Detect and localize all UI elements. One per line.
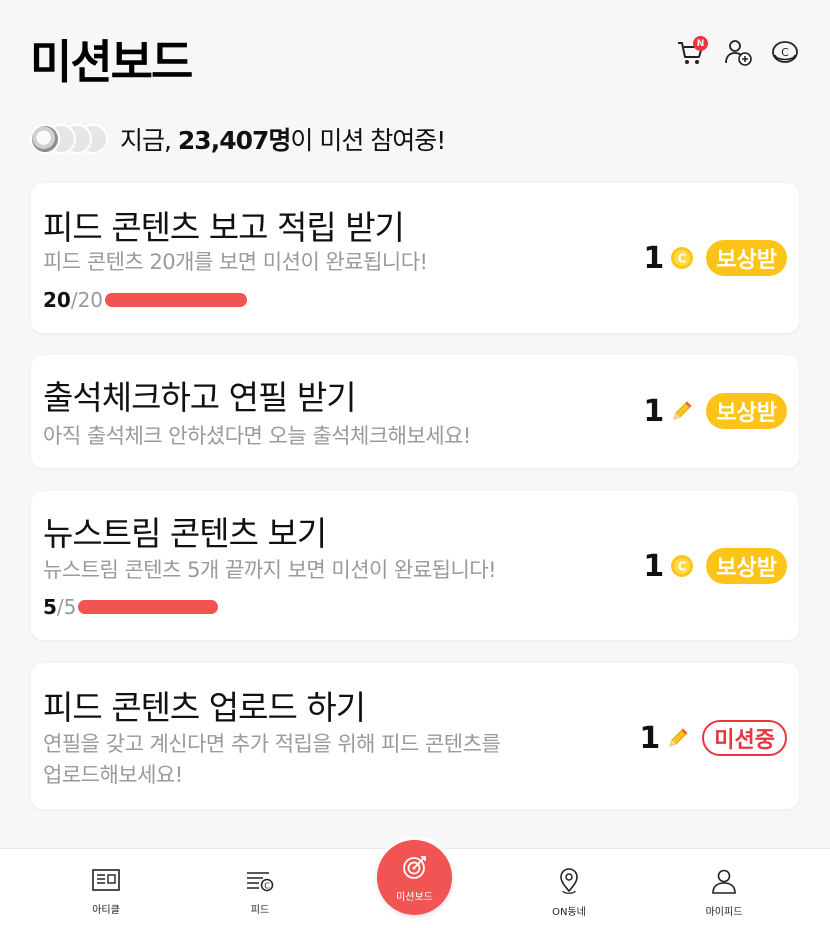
mission-description-line: 연필을 갖고 계신다면 추가 적립을 위해 피드 콘텐츠를	[43, 732, 501, 756]
feed-icon: C	[245, 867, 275, 897]
add-friend-button[interactable]	[720, 36, 756, 72]
pencil-icon	[666, 726, 690, 750]
new-badge: N	[693, 36, 708, 51]
mission-reward: 1 보상받	[643, 393, 787, 429]
mission-title: 피드 콘텐츠 업로드 하기	[43, 688, 366, 727]
add-friend-icon	[723, 37, 753, 71]
mission-reward: 1 C 보상받	[643, 240, 787, 276]
mission-card[interactable]: 피드 콘텐츠 보고 적립 받기 피드 콘텐츠 20개를 보면 미션이 완료됩니다…	[31, 183, 799, 333]
mission-status-badge[interactable]: 미션중	[702, 720, 787, 756]
page-title: 미션보드	[30, 35, 193, 89]
claim-reward-button[interactable]: 보상받	[706, 548, 787, 584]
nav-label: 미션보드	[396, 891, 433, 903]
progress-bar	[105, 293, 248, 307]
pencil-icon	[670, 399, 694, 423]
mission-title: 피드 콘텐츠 보고 적립 받기	[43, 208, 405, 247]
mission-description: 피드 콘텐츠 20개를 보면 미션이 완료됩니다!	[43, 250, 428, 274]
nav-label: 아티클	[92, 905, 120, 916]
nav-label: ON동네	[552, 907, 586, 918]
mission-card[interactable]: 출석체크하고 연필 받기 아직 출석체크 안하셨다면 오늘 출석체크해보세요! …	[31, 355, 799, 468]
progress-total: /5	[56, 595, 77, 619]
svg-text:C: C	[264, 882, 270, 891]
person-icon	[709, 867, 739, 899]
participants-text: 지금, 23,407명이 미션 참여중!	[120, 121, 446, 157]
nav-item-article[interactable]: 아티클	[61, 867, 151, 916]
coin-icon: C	[770, 37, 800, 71]
mission-reward: 1 미션중	[639, 720, 787, 756]
svg-text:C: C	[678, 252, 687, 266]
progress-current: 5	[43, 595, 57, 619]
participants-suffix: 이 미션 참여중!	[290, 126, 446, 155]
mission-title: 출석체크하고 연필 받기	[43, 378, 357, 417]
article-icon	[91, 867, 121, 897]
reward-amount: 1	[643, 548, 665, 584]
coin-button[interactable]: C	[767, 36, 803, 72]
header: 미션보드 N C	[0, 0, 830, 110]
participants-banner: 지금, 23,407명이 미션 참여중!	[30, 121, 446, 157]
nav-item-my-feed[interactable]: 마이피드	[679, 867, 769, 918]
mission-card[interactable]: 뉴스트림 콘텐츠 보기 뉴스트림 콘텐츠 5개 끝까지 보면 미션이 완료됩니다…	[31, 491, 799, 640]
nav-label: 피드	[250, 905, 270, 916]
nav-item-feed[interactable]: C 피드	[215, 867, 305, 916]
mission-description: 연필을 갖고 계신다면 추가 적립을 위해 피드 콘텐츠를 업로드해보세요!	[43, 729, 501, 791]
nav-item-on-neighborhood[interactable]: ON동네	[524, 867, 614, 918]
svg-text:C: C	[781, 46, 789, 59]
progress-current: 20	[43, 288, 71, 312]
target-icon	[401, 853, 429, 885]
svg-text:C: C	[678, 560, 687, 574]
avatar	[30, 124, 60, 154]
mission-progress: 20 /20	[43, 288, 248, 312]
reward-amount: 1	[643, 393, 665, 429]
mission-card[interactable]: 피드 콘텐츠 업로드 하기 연필을 갖고 계신다면 추가 적립을 위해 피드 콘…	[31, 663, 799, 809]
participants-count: 23,407명	[177, 126, 291, 155]
mission-description: 아직 출석체크 안하셨다면 오늘 출석체크해보세요!	[43, 424, 471, 448]
participants-prefix: 지금,	[120, 126, 178, 155]
mission-title: 뉴스트림 콘텐츠 보기	[43, 514, 327, 553]
mission-progress: 5 /5	[43, 595, 219, 619]
location-pin-icon	[554, 867, 584, 899]
progress-bar	[78, 600, 219, 614]
mission-description-line: 업로드해보세요!	[43, 763, 183, 787]
reward-amount: 1	[639, 720, 661, 756]
cart-button[interactable]: N	[672, 36, 708, 72]
nav-label: 마이피드	[705, 907, 743, 918]
coin-icon: C	[670, 246, 694, 270]
mission-description: 뉴스트림 콘텐츠 5개 끝까지 보면 미션이 완료됩니다!	[43, 558, 497, 582]
progress-total: /20	[70, 288, 104, 312]
claim-reward-button[interactable]: 보상받	[706, 393, 787, 429]
claim-reward-button[interactable]: 보상받	[706, 240, 787, 276]
mission-reward: 1 C 보상받	[643, 548, 787, 584]
avatar-stack	[30, 122, 114, 156]
reward-amount: 1	[643, 240, 665, 276]
nav-item-mission-board[interactable]: 미션보드	[377, 840, 452, 915]
coin-icon: C	[670, 554, 694, 578]
